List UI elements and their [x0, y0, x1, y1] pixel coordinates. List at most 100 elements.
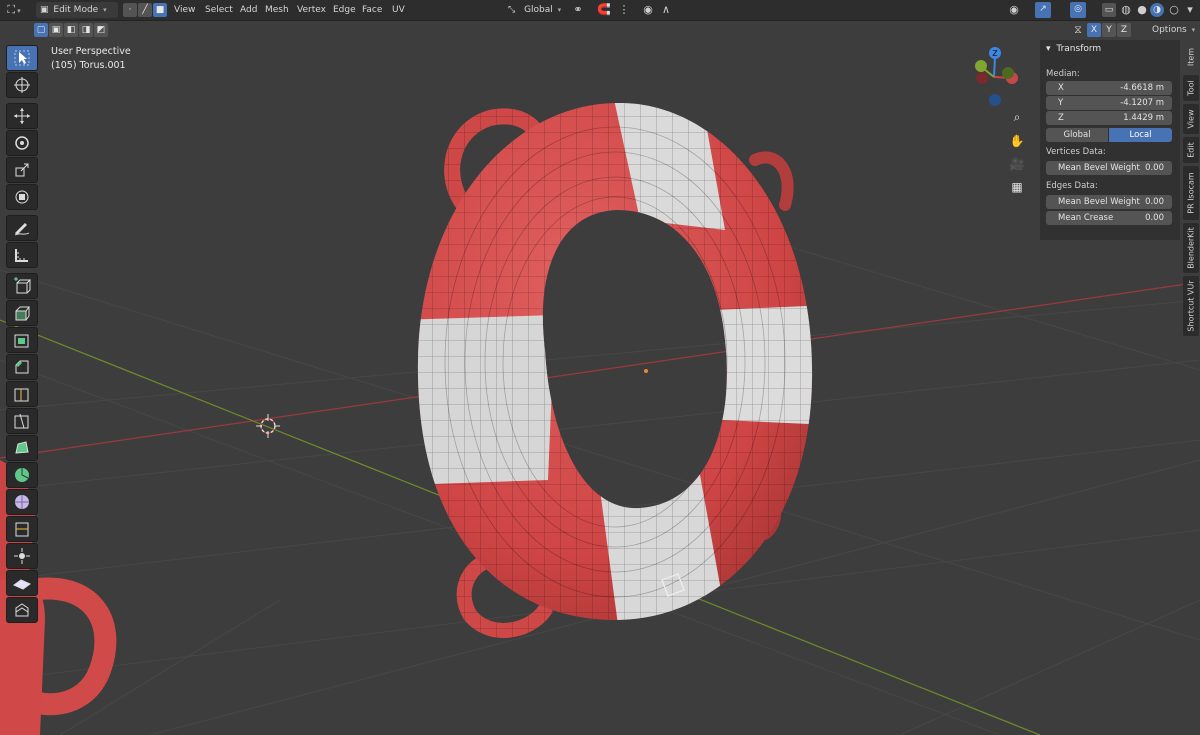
chevron-down-icon: ▾ — [557, 6, 562, 14]
vertices-data-label: Vertices Data: — [1046, 147, 1106, 157]
median-z-field[interactable]: Z 1.4429 m — [1046, 111, 1172, 125]
orientation-icon: ⤡ — [508, 5, 516, 15]
gizmo-toggle-icon[interactable]: ↗ — [1035, 2, 1051, 18]
pivot-point-icon[interactable]: ⚭ — [570, 2, 586, 18]
shading-options-icon[interactable]: ▾ — [1182, 2, 1198, 18]
x-axis-line — [0, 281, 1200, 459]
orientation-label: Global — [524, 5, 553, 15]
tool-add-cube[interactable] — [6, 273, 38, 299]
chevron-down-icon: ▾ — [103, 6, 107, 14]
tab-blenderkit[interactable]: BlenderKit — [1183, 223, 1199, 273]
editor-type-icon[interactable]: ⛶ ▾ — [6, 2, 22, 18]
median-x-field[interactable]: X -4.6618 m — [1046, 81, 1172, 95]
tool-move[interactable] — [6, 103, 38, 129]
edge-select-icon[interactable]: ╱ — [138, 3, 152, 17]
tool-rip-region[interactable] — [6, 597, 38, 623]
tab-tool[interactable]: Tool — [1183, 75, 1199, 101]
shading-solid-icon[interactable]: ● — [1134, 2, 1150, 18]
shading-material-icon[interactable]: ◑ — [1150, 3, 1164, 17]
tool-shrink-fatten[interactable] — [6, 543, 38, 569]
transform-icon — [15, 190, 29, 204]
vertex-bevel-weight-field[interactable]: Mean Bevel Weight 0.00 — [1046, 161, 1172, 175]
transform-title: Transform — [1056, 44, 1102, 54]
menu-add[interactable]: Add — [236, 2, 261, 18]
tool-scale[interactable] — [6, 157, 38, 183]
transform-orientation-dropdown[interactable]: ⤡ Global ▾ — [508, 2, 561, 18]
local-toggle[interactable]: Local — [1109, 128, 1172, 142]
cursor-crosshair-icon — [14, 77, 30, 93]
global-toggle[interactable]: Global — [1046, 128, 1108, 142]
z-label: Z — [1058, 113, 1064, 123]
snap-icon[interactable]: 🧲 — [596, 2, 612, 18]
bevel-icon — [15, 360, 29, 374]
tool-poly-build[interactable] — [6, 435, 38, 461]
tab-edit[interactable]: Edit — [1183, 137, 1199, 163]
edge-bevel-weight-field[interactable]: Mean Bevel Weight 0.00 — [1046, 195, 1172, 209]
pan-hand-icon[interactable]: ✋ — [1006, 130, 1028, 152]
tool-cursor[interactable] — [6, 72, 38, 98]
tool-loop-cut[interactable] — [6, 381, 38, 407]
edge-bevel-label: Mean Bevel Weight — [1058, 197, 1140, 207]
tool-extrude[interactable] — [6, 300, 38, 326]
mode-icon: ▣ — [40, 5, 49, 15]
shading-rendered-icon[interactable]: ○ — [1166, 2, 1182, 18]
tab-pr-isocam[interactable]: PR Isocam — [1183, 166, 1199, 220]
overlay-toggle-icon[interactable]: ◎ — [1070, 2, 1086, 18]
visibility-icon[interactable]: ◉ — [1006, 2, 1022, 18]
vertex-bevel-value: 0.00 — [1145, 163, 1164, 173]
menu-uv[interactable]: UV — [388, 2, 409, 18]
floor-grid — [0, 219, 1200, 735]
inset-faces-icon — [14, 334, 29, 348]
ortho-grid-icon[interactable]: ▦ — [1006, 176, 1028, 198]
tool-measure[interactable] — [6, 242, 38, 268]
transform-section-header[interactable]: ▾ Transform — [1046, 44, 1101, 54]
menu-select[interactable]: Select — [201, 2, 237, 18]
menu-mesh[interactable]: Mesh — [261, 2, 293, 18]
falloff-icon[interactable]: ∧ — [658, 2, 674, 18]
median-y-field[interactable]: Y -4.1207 m — [1046, 96, 1172, 110]
zoom-icon[interactable]: ⌕ — [1006, 106, 1028, 128]
object-info-label: (105) Torus.001 — [51, 60, 126, 71]
face-select-icon[interactable]: ■ — [153, 3, 167, 17]
x-label: X — [1058, 83, 1064, 93]
proportional-edit-icon[interactable]: ◉ — [640, 2, 656, 18]
loop-cut-icon — [14, 388, 29, 402]
3d-viewport[interactable]: User Perspective (105) Torus.001 Z ⌕ ✋ 🎥… — [0, 20, 1200, 735]
vertex-select-icon[interactable]: · — [123, 3, 137, 17]
crease-label: Mean Crease — [1058, 213, 1114, 223]
mode-selector[interactable]: ▣ Edit Mode ▾ — [36, 2, 118, 18]
tool-transform[interactable] — [6, 184, 38, 210]
tool-shear[interactable] — [6, 570, 38, 596]
tool-bevel[interactable] — [6, 354, 38, 380]
annotate-pencil-icon — [14, 223, 30, 236]
menu-vertex[interactable]: Vertex — [293, 2, 330, 18]
y-value: -4.1207 m — [1120, 98, 1164, 108]
tool-select-box[interactable] — [6, 45, 38, 71]
tab-item[interactable]: Item — [1183, 42, 1199, 72]
menu-view[interactable]: View — [170, 2, 199, 18]
navigation-gizmo[interactable]: Z — [966, 45, 1026, 115]
lifebuoy-mesh[interactable] — [400, 90, 840, 650]
tool-annotate[interactable] — [6, 215, 38, 241]
sidebar-tabs: Item Tool View Edit PR Isocam BlenderKit… — [1182, 40, 1200, 340]
snap-target-icon[interactable]: ⋮ — [616, 2, 632, 18]
crease-value: 0.00 — [1145, 213, 1164, 223]
viewport-header: ⛶ ▾ ▣ Edit Mode ▾ · ╱ ■ View Select Add M… — [0, 0, 1200, 21]
tab-view[interactable]: View — [1183, 104, 1199, 134]
tool-inset[interactable] — [6, 327, 38, 353]
tab-shortcut-vur[interactable]: Shortcut VUr — [1183, 276, 1199, 336]
shading-wireframe-icon[interactable]: ◍ — [1118, 2, 1134, 18]
measure-ruler-icon — [15, 249, 28, 262]
xray-toggle-icon[interactable]: ▭ — [1102, 3, 1116, 17]
mean-crease-field[interactable]: Mean Crease 0.00 — [1046, 211, 1172, 225]
tool-rotate[interactable] — [6, 130, 38, 156]
tool-spin[interactable] — [6, 462, 38, 488]
tool-edge-slide[interactable] — [6, 516, 38, 542]
camera-view-icon[interactable]: 🎥 — [1006, 153, 1028, 175]
menu-face[interactable]: Face — [358, 2, 386, 18]
z-value: 1.4429 m — [1123, 113, 1164, 123]
y-label: Y — [1058, 98, 1064, 108]
tool-smooth[interactable] — [6, 489, 38, 515]
menu-edge[interactable]: Edge — [329, 2, 360, 18]
tool-knife[interactable] — [6, 408, 38, 434]
